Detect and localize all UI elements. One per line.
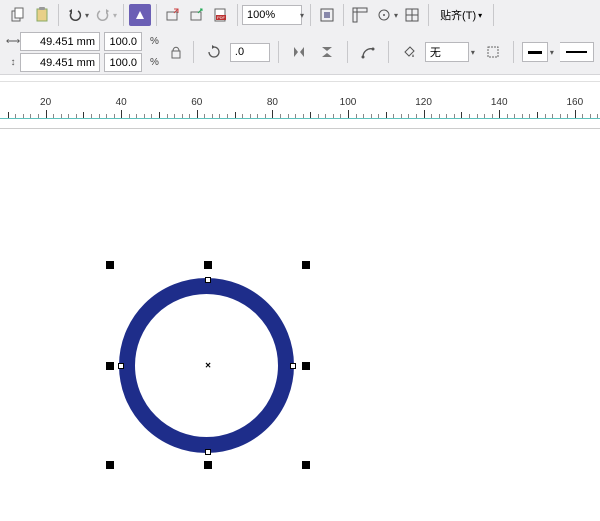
separator [343,4,344,26]
fullscreen-icon[interactable] [316,4,338,26]
mirror-v-icon[interactable] [316,41,338,63]
redo-dropdown[interactable]: ▾ [113,11,119,20]
separator [493,4,494,26]
separator [513,41,514,63]
handle-w[interactable] [106,362,114,370]
handle-n[interactable] [204,261,212,269]
node-left[interactable] [118,363,124,369]
separator [193,41,194,63]
ruler-tick-label: 80 [267,97,278,108]
undo-dropdown[interactable]: ▾ [85,11,91,20]
ruler-tick-label: 160 [566,97,583,108]
rotation-input[interactable]: .0 [230,43,270,62]
rulers-icon[interactable] [349,4,371,26]
arc-icon[interactable] [357,41,379,63]
selection-center-marker: × [205,361,211,372]
handle-se[interactable] [302,461,310,469]
separator [123,4,124,26]
fill-input[interactable]: 无 [425,42,469,62]
node-top[interactable] [205,277,211,283]
rotate-icon[interactable] [203,41,225,63]
page-edge [0,128,600,129]
fill-dropdown[interactable]: ▾ [471,48,477,57]
snap-button[interactable]: 贴齐(T)▾ [433,4,489,26]
width-icon: ⟷ [6,36,20,47]
rotation-value: .0 [235,46,244,58]
line-color-swatch[interactable] [522,42,548,62]
scale-x-input[interactable]: 100.0 [104,32,142,51]
pdf-export-icon[interactable]: PDF [210,4,232,26]
separator [428,4,429,26]
unit-label: % [150,57,159,68]
height-input[interactable]: 49.451 mm [20,53,100,72]
width-value: 49.451 mm [40,36,95,48]
handle-s[interactable] [204,461,212,469]
horizontal-ruler[interactable]: 20 40 60 80 100 120 140 160 [0,81,600,119]
lock-aspect-icon[interactable] [167,32,185,72]
undo-icon[interactable] [64,4,86,26]
separator [310,4,311,26]
fill-options-icon[interactable] [482,41,504,63]
line-style-preview[interactable] [560,42,594,62]
ruler-tick-label: 20 [40,97,51,108]
handle-sw[interactable] [106,461,114,469]
separator [347,41,348,63]
redo-icon[interactable] [92,4,114,26]
handle-nw[interactable] [106,261,114,269]
view-dropdown[interactable]: ▾ [394,11,400,20]
ruler-tick-label: 100 [340,97,357,108]
fill-value: 无 [430,44,441,60]
line-color-dropdown[interactable]: ▾ [550,48,556,57]
width-input[interactable]: 49.451 mm [20,32,100,51]
separator [388,41,389,63]
node-right[interactable] [290,363,296,369]
separator [237,4,238,26]
zoom-dropdown[interactable]: ▾ [300,11,306,20]
scale-x-value: 100.0 [109,36,137,48]
node-bottom[interactable] [205,449,211,455]
export-icon[interactable] [186,4,208,26]
snap-label: 贴齐(T) [440,7,476,23]
separator [156,4,157,26]
zoom-input[interactable]: 100% [242,5,302,25]
ruler-tick-label: 60 [191,97,202,108]
unit-label: % [150,36,159,47]
bucket-icon[interactable] [398,41,420,63]
handle-ne[interactable] [302,261,310,269]
copy-icon[interactable] [7,4,29,26]
scale-y-input[interactable]: 100.0 [104,53,142,72]
import-icon[interactable] [162,4,184,26]
height-icon: ↕ [6,57,20,68]
guides-icon[interactable] [401,4,423,26]
canvas[interactable]: × [0,128,600,521]
grid-icon[interactable] [373,4,395,26]
paste-icon[interactable] [31,4,53,26]
scale-y-value: 100.0 [109,57,137,69]
height-value: 49.451 mm [40,57,95,69]
ruler-tick-label: 40 [116,97,127,108]
ruler-tick-label: 140 [491,97,508,108]
svg-text:PDF: PDF [217,15,226,20]
handle-e[interactable] [302,362,310,370]
separator [58,4,59,26]
mirror-h-icon[interactable] [288,41,310,63]
zoom-value: 100% [247,9,275,21]
ruler-tick-label: 120 [415,97,432,108]
separator [278,41,279,63]
launch-icon[interactable] [129,4,151,26]
